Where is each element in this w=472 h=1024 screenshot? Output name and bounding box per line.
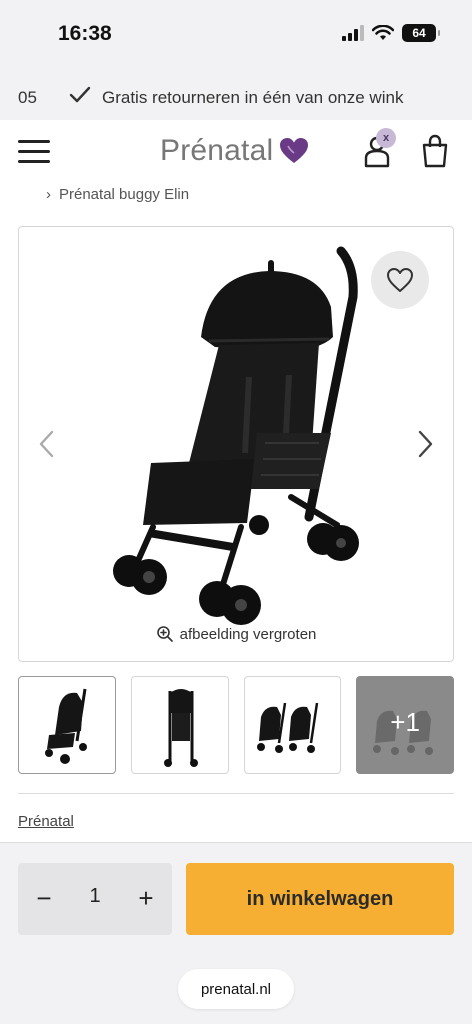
- zoom-in-icon: [156, 626, 173, 642]
- thumbnail-stroller-front-image: [163, 689, 198, 767]
- heart-outline-icon: [387, 268, 413, 292]
- promo-text: Gratis retourneren in één van onze wink: [102, 88, 404, 107]
- breadcrumb-separator: ›: [46, 186, 51, 203]
- account-badge[interactable]: x: [376, 128, 396, 148]
- shopping-bag-icon[interactable]: [420, 134, 450, 168]
- battery-indicator: 64: [402, 24, 440, 42]
- wishlist-button[interactable]: [371, 251, 429, 309]
- thumbnail-stroller-pair-image: [256, 702, 318, 753]
- zoom-image-link[interactable]: afbeelding vergroten: [19, 625, 453, 643]
- thumbnail-more-label: +1: [390, 707, 420, 737]
- hamburger-menu-icon[interactable]: [18, 140, 50, 164]
- thumbnail-strip: +1: [18, 676, 454, 774]
- promo-prefix: 05: [18, 88, 37, 107]
- thumbnail-2[interactable]: [130, 676, 229, 774]
- battery-level: 64: [412, 26, 426, 40]
- status-bar: 16:38 64: [0, 0, 472, 72]
- thumbnail-3[interactable]: [243, 676, 342, 774]
- thumbnail-more[interactable]: +1: [356, 676, 454, 774]
- status-time: 16:38: [58, 22, 112, 45]
- purchase-bar: − 1 + in winkelwagen prenatal.nl: [0, 842, 472, 1024]
- add-to-cart-button[interactable]: in winkelwagen: [186, 863, 454, 935]
- breadcrumb: › Prénatal buggy Elin: [46, 186, 189, 203]
- site-header: Prénatal x: [0, 120, 472, 184]
- quantity-increase-button[interactable]: +: [128, 881, 164, 917]
- site-logo[interactable]: Prénatal: [160, 134, 309, 168]
- brand-link[interactable]: Prénatal: [18, 813, 74, 830]
- breadcrumb-current[interactable]: Prénatal buggy Elin: [59, 186, 189, 203]
- product-gallery[interactable]: afbeelding vergroten: [18, 226, 454, 662]
- logo-text: Prénatal: [160, 134, 274, 167]
- quantity-decrease-button[interactable]: −: [26, 881, 62, 917]
- browser-url-pill[interactable]: prenatal.nl: [178, 969, 294, 1009]
- signal-icon: [342, 25, 364, 41]
- next-image-arrow-icon[interactable]: [413, 427, 437, 461]
- heart-logo-icon: [280, 138, 309, 163]
- zoom-label: afbeelding vergroten: [179, 625, 317, 643]
- section-divider: [18, 793, 454, 794]
- previous-image-arrow-icon[interactable]: [35, 427, 59, 461]
- thumbnail-1[interactable]: [18, 676, 116, 774]
- quantity-value[interactable]: 1: [74, 885, 116, 908]
- thumbnail-stroller-side-image: [45, 688, 87, 764]
- status-icons: 64: [342, 24, 440, 42]
- wifi-icon: [372, 25, 394, 40]
- promo-bar: 05 Gratis retourneren in één van onze wi…: [0, 72, 472, 120]
- check-icon: [69, 86, 91, 103]
- quantity-stepper: − 1 +: [18, 863, 172, 935]
